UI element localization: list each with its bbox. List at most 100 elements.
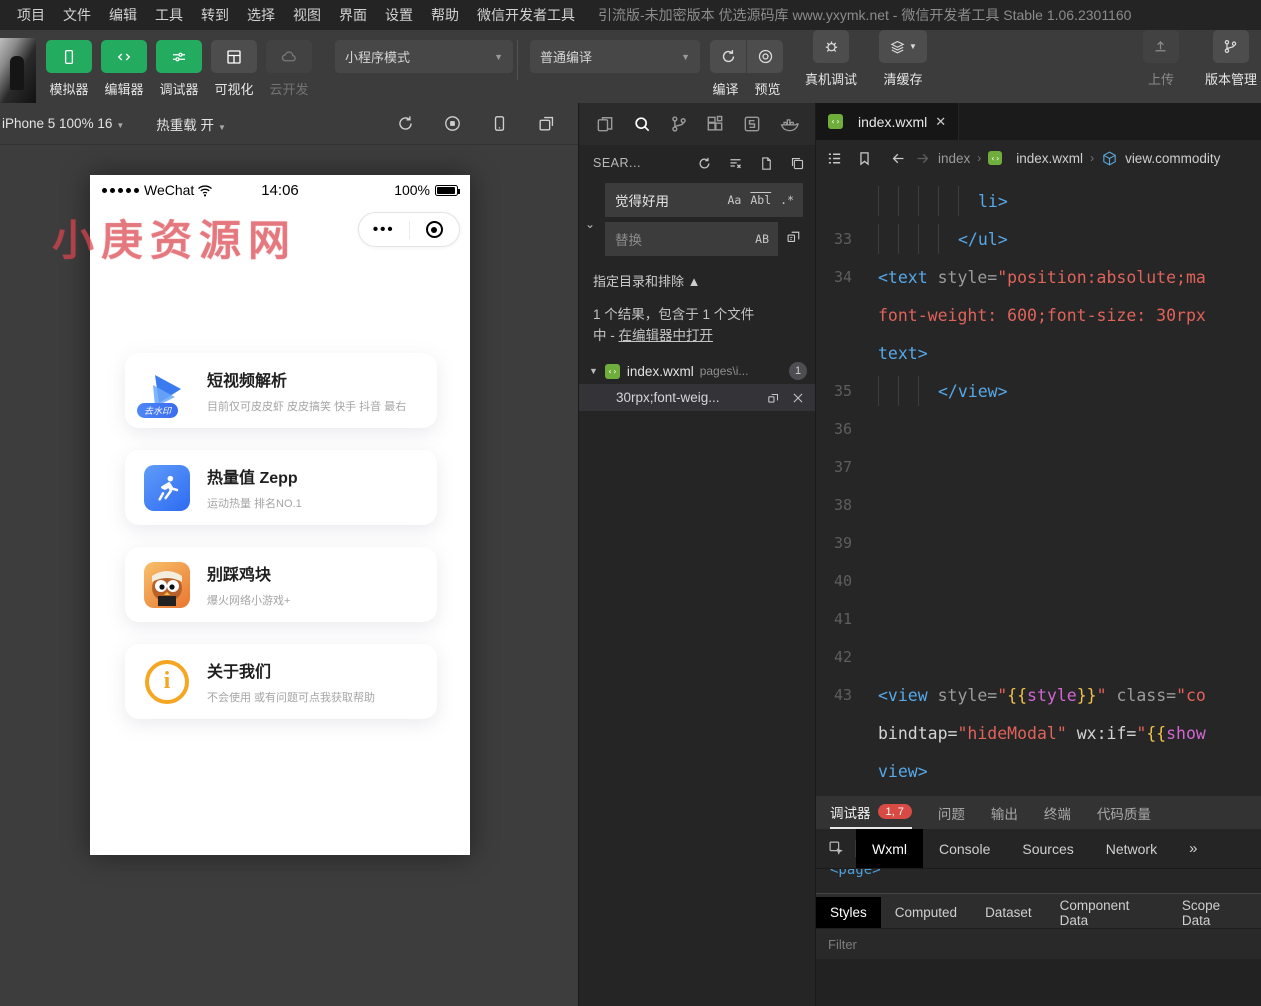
code-line[interactable]: 33</ul> xyxy=(816,220,1261,258)
bookmark-icon[interactable] xyxy=(856,150,873,167)
code-line[interactable]: 36 xyxy=(816,410,1261,448)
tab-index-wxml[interactable]: ‹› index.wxml ✕ xyxy=(816,103,959,140)
code-line[interactable]: 40 xyxy=(816,562,1261,600)
feature-card-1[interactable]: 热量值 Zepp运动热量 排名NO.1 xyxy=(125,450,437,525)
replace-all-icon[interactable] xyxy=(786,228,803,250)
devtools-tab-»[interactable]: » xyxy=(1173,829,1213,868)
code-line[interactable]: view> xyxy=(816,752,1261,790)
whole-word-icon[interactable]: Abl xyxy=(750,193,771,207)
code-line[interactable]: 38 xyxy=(816,486,1261,524)
devtools-tab-Console[interactable]: Console xyxy=(923,829,1006,868)
match-case-icon[interactable]: Aa xyxy=(728,193,742,207)
search-icon[interactable] xyxy=(632,114,652,134)
code-line[interactable]: 35</view> xyxy=(816,372,1261,410)
compile-mode-select[interactable]: 普通编译 ▼ xyxy=(530,40,700,73)
search-input[interactable]: 觉得好用 Aa Abl .* xyxy=(605,183,803,217)
feature-card-0[interactable]: 去水印短视频解析目前仅可皮皮虾 皮皮搞笑 快手 抖音 最右 xyxy=(125,353,437,428)
regex-icon[interactable]: .* xyxy=(780,193,794,207)
user-avatar[interactable] xyxy=(0,38,36,103)
result-file-row[interactable]: ▼ ‹› index.wxml pages\i... 1 xyxy=(579,358,815,384)
mode-select[interactable]: 小程序模式 ▼ xyxy=(335,40,513,73)
collapse-all-icon[interactable] xyxy=(790,156,805,171)
debugger-tab-终端[interactable]: 终端 xyxy=(1044,796,1071,829)
menu-item-5[interactable]: 选择 xyxy=(238,5,284,25)
styles-tab-scope-data[interactable]: Scope Data xyxy=(1168,897,1261,928)
close-tab-icon[interactable]: ✕ xyxy=(935,114,946,130)
breadcrumb-file[interactable]: index.wxml xyxy=(1016,151,1083,166)
menu-item-10[interactable]: 微信开发者工具 xyxy=(468,5,584,25)
styles-tab-dataset[interactable]: Dataset xyxy=(971,897,1046,928)
clear-cache-button[interactable]: ▼ xyxy=(879,30,927,63)
debugger-tab-输出[interactable]: 输出 xyxy=(991,796,1018,829)
docker-icon[interactable] xyxy=(779,114,799,134)
debugger-tab-调试器[interactable]: 调试器1, 7 xyxy=(830,796,912,829)
menu-item-7[interactable]: 界面 xyxy=(330,5,376,25)
close-minibar-button[interactable] xyxy=(410,221,460,238)
tree-expand-icon[interactable]: ▼ xyxy=(589,366,598,376)
code-line[interactable]: bindtap="hideModal" wx:if="{{show xyxy=(816,714,1261,752)
hot-reload-toggle[interactable]: 热重载 开▼ xyxy=(156,114,226,134)
code-line[interactable]: li> xyxy=(816,182,1261,220)
code-line[interactable]: text> xyxy=(816,334,1261,372)
code-editor[interactable]: li>33</ul>34<text style="position:absolu… xyxy=(816,176,1261,796)
clear-results-icon[interactable] xyxy=(728,156,743,171)
detach-window-icon[interactable] xyxy=(537,114,556,133)
restart-icon[interactable] xyxy=(396,114,415,133)
menu-item-2[interactable]: 编辑 xyxy=(100,5,146,25)
device-frame-icon[interactable] xyxy=(490,114,509,133)
outline-list-icon[interactable] xyxy=(826,150,843,167)
code-line[interactable]: 37 xyxy=(816,448,1261,486)
files-icon[interactable] xyxy=(595,114,615,134)
preview-button[interactable] xyxy=(747,40,783,73)
devtools-tab-Sources[interactable]: Sources xyxy=(1006,829,1089,868)
storage-panel-icon[interactable] xyxy=(742,114,762,134)
menu-item-4[interactable]: 转到 xyxy=(192,5,238,25)
wxml-tree-view[interactable]: <page> xyxy=(816,869,1261,893)
open-in-editor-link[interactable]: 在编辑器中打开 xyxy=(619,328,714,343)
replace-match-icon[interactable] xyxy=(767,391,781,405)
new-search-editor-icon[interactable] xyxy=(759,156,774,171)
feature-card-2[interactable]: 别踩鸡块爆火网络小游戏+ xyxy=(125,547,437,622)
compile-button[interactable] xyxy=(710,40,746,73)
breadcrumb-folder[interactable]: index xyxy=(938,151,970,166)
replace-input[interactable]: 替换 AB xyxy=(605,222,778,256)
toggle-button-可视化[interactable]: 可视化 xyxy=(211,40,257,98)
preserve-case-icon[interactable]: AB xyxy=(755,232,769,246)
feature-card-3[interactable]: i关于我们不会使用 或有问题可点我获取帮助 xyxy=(125,644,437,719)
source-control-icon[interactable] xyxy=(669,114,689,134)
debugger-tab-代码质量[interactable]: 代码质量 xyxy=(1097,796,1151,829)
toggle-button-调试器[interactable]: 调试器 xyxy=(156,40,202,98)
result-match-row[interactable]: 30rpx;font-weig... xyxy=(579,384,815,411)
wxml-root-node[interactable]: <page> xyxy=(830,869,881,878)
menu-item-9[interactable]: 帮助 xyxy=(422,5,468,25)
code-line[interactable]: font-weight: 600;font-size: 30rpx xyxy=(816,296,1261,334)
more-menu-button[interactable]: ••• xyxy=(359,225,409,235)
styles-tab-styles[interactable]: Styles xyxy=(816,897,881,928)
styles-filter-input[interactable]: Filter xyxy=(816,928,1261,959)
remote-debug-button[interactable] xyxy=(813,30,849,63)
upload-button[interactable] xyxy=(1143,30,1179,63)
menu-item-1[interactable]: 文件 xyxy=(54,5,100,25)
code-line[interactable]: 34<text style="position:absolute;ma xyxy=(816,258,1261,296)
extensions-icon[interactable] xyxy=(705,114,725,134)
dir-filter-toggle[interactable]: 指定目录和排除 ▲ xyxy=(579,261,815,294)
code-line[interactable]: 39 xyxy=(816,524,1261,562)
toggle-replace-chevron[interactable]: ⌄ xyxy=(585,217,595,231)
menu-item-0[interactable]: 项目 xyxy=(8,5,54,25)
devtools-tab-Network[interactable]: Network xyxy=(1090,829,1173,868)
toggle-button-模拟器[interactable]: 模拟器 xyxy=(46,40,92,98)
dismiss-match-icon[interactable] xyxy=(791,391,805,405)
device-selector[interactable]: iPhone 5 100% 16▼ xyxy=(0,116,130,131)
refresh-search-icon[interactable] xyxy=(697,156,712,171)
styles-tab-computed[interactable]: Computed xyxy=(881,897,971,928)
menu-item-8[interactable]: 设置 xyxy=(376,5,422,25)
menu-item-6[interactable]: 视图 xyxy=(284,5,330,25)
breadcrumb-symbol[interactable]: view.commodity xyxy=(1125,151,1220,166)
inspect-element-icon[interactable] xyxy=(816,840,856,857)
nav-back-icon[interactable] xyxy=(890,150,907,167)
menu-item-3[interactable]: 工具 xyxy=(146,5,192,25)
version-manage-button[interactable] xyxy=(1213,30,1249,63)
code-line[interactable]: 42 xyxy=(816,638,1261,676)
toggle-button-云开发[interactable]: 云开发 xyxy=(266,40,312,98)
nav-forward-icon[interactable] xyxy=(914,150,931,167)
